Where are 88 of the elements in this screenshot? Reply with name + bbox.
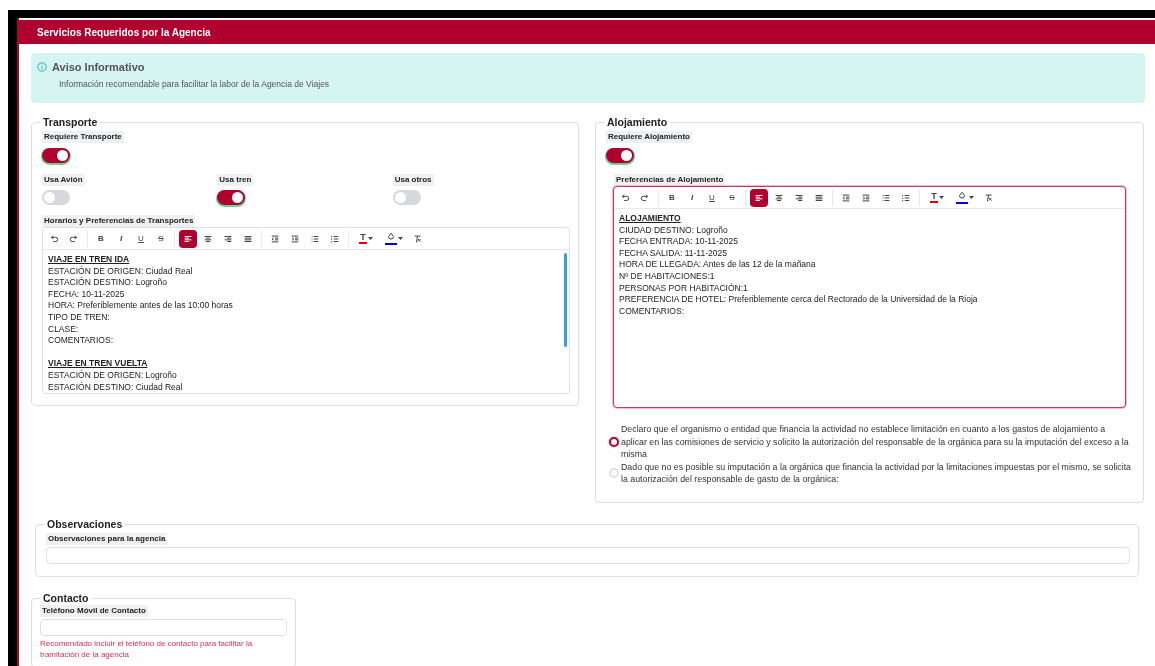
caret-icon bbox=[398, 237, 403, 240]
text-line: ESTACIÓN DE ORIGEN: Ciudad Real bbox=[48, 265, 194, 277]
toggle-switch[interactable] bbox=[606, 148, 634, 163]
text-line: HORA: Preferiblemente antes de las 10:00 horas bbox=[48, 300, 234, 312]
notice-text: Información recomendable para facilitar la labor de la Agencia de Viajes bbox=[59, 77, 331, 91]
panel-legend: Observaciones bbox=[44, 518, 126, 530]
text-line: ESTACIÓN DESTINO: Ciudad Real bbox=[48, 381, 184, 393]
text-line: COMENTARIOS: bbox=[48, 335, 114, 347]
option-text: Dado que no es posible su imputación a la orgánica que financia la actividad por la limitaciones impuestas por el mismo, se solicita la autorización del responsable de gasto de la orgánica: bbox=[621, 460, 1132, 486]
redo-icon bbox=[69, 233, 79, 244]
bullet-list-icon bbox=[310, 233, 320, 244]
italic-button[interactable]: I bbox=[683, 188, 701, 207]
field-label: Observaciones para la agencia bbox=[46, 533, 168, 545]
hint-text: Recomendado incluir el teléfono de contacto para facilitar la tramitación de la agencia bbox=[40, 638, 254, 660]
indent-icon bbox=[290, 233, 300, 244]
align-center-icon bbox=[774, 192, 784, 203]
redo-icon bbox=[640, 192, 650, 203]
field-label: Usa Avión bbox=[42, 174, 85, 186]
scrollbar-thumb[interactable] bbox=[564, 253, 567, 347]
underline-button[interactable]: U bbox=[703, 188, 721, 207]
rich-text-editor[interactable] bbox=[613, 186, 1126, 408]
align-right-icon bbox=[223, 233, 233, 244]
align-right-icon bbox=[794, 192, 804, 203]
bold-button[interactable]: B bbox=[92, 229, 110, 248]
strikethrough-button[interactable]: S bbox=[152, 229, 170, 248]
field-label: Teléfono Móvil de Contacto bbox=[40, 605, 148, 617]
outdent-icon bbox=[841, 192, 851, 203]
underline-button[interactable]: U bbox=[132, 229, 150, 248]
field-label: Preferencias de Alojamiento bbox=[614, 174, 726, 186]
text-line: TIPO DE TREN: bbox=[48, 311, 111, 324]
field-label: Requiere Alojamiento bbox=[606, 131, 692, 143]
field-label: Horarios y Preferencias de Transportes bbox=[42, 215, 196, 227]
toggle-switch[interactable] bbox=[392, 190, 421, 205]
panel-legend: Transporte bbox=[40, 116, 101, 128]
text-line: CLASE: bbox=[48, 323, 80, 336]
field-label: Usa otros bbox=[392, 174, 434, 186]
info-icon bbox=[37, 62, 47, 73]
text-heading: VIAJE EN TREN VUELTA bbox=[48, 358, 149, 370]
panel-legend: Contacto bbox=[40, 592, 92, 604]
outdent-icon bbox=[270, 233, 280, 244]
align-left-button[interactable] bbox=[750, 188, 768, 207]
toggle-switch[interactable] bbox=[42, 190, 70, 205]
text-color-button[interactable]: T bbox=[924, 188, 950, 207]
text-heading: ALOJAMIENTO bbox=[619, 213, 682, 225]
align-center-icon bbox=[203, 233, 213, 244]
align-left-button[interactable] bbox=[179, 229, 197, 248]
numbered-list-icon bbox=[901, 192, 911, 203]
undo-icon bbox=[49, 233, 59, 244]
text-line: Nº DE HABITACIONES:1 bbox=[619, 270, 716, 283]
align-left-icon bbox=[183, 233, 193, 244]
panel-legend: Alojamiento bbox=[604, 116, 671, 128]
text-line: PREFERENCIA DE HOTEL: Preferiblemente cerca del Rectorado de la Universidad de la Rioja bbox=[619, 294, 979, 306]
text-line: ESTACIÓN DESTINO: Logroño bbox=[48, 277, 168, 289]
caret-icon bbox=[367, 237, 373, 240]
text-line: CIUDAD DESTINO: Logroño bbox=[619, 224, 729, 237]
caret-icon bbox=[969, 196, 974, 199]
field-label: Requiere Transporte bbox=[42, 131, 124, 143]
text-field[interactable] bbox=[40, 619, 287, 636]
text-line: FECHA SALIDA: 11-11-2025 bbox=[619, 247, 728, 260]
text-line: FECHA ENTRADA: 10-11-2025 bbox=[619, 236, 739, 248]
radio-button[interactable] bbox=[609, 436, 619, 447]
italic-button[interactable]: I bbox=[112, 229, 130, 248]
undo-icon bbox=[620, 192, 630, 203]
indent-icon bbox=[861, 192, 871, 203]
text-color-button[interactable]: T bbox=[353, 229, 379, 248]
text-line: FECHA: 10-11-2025 bbox=[48, 288, 126, 301]
text-heading: VIAJE EN TREN IDA bbox=[48, 254, 131, 266]
text-line: HORA DE LLEGADA: Antes de las 12 de la mañana bbox=[619, 259, 817, 271]
clear-format-icon bbox=[413, 233, 423, 244]
numbered-list-icon bbox=[330, 233, 340, 244]
field-label: Usa tren bbox=[217, 174, 254, 186]
toggle-switch[interactable] bbox=[217, 190, 246, 205]
clear-format-icon bbox=[984, 192, 994, 203]
option-text: Declaro que el organismo o entidad que financia la actividad no establece limitación en cuanto a los gastos de alojamiento a aplicar en las comisiones de servicio y solicito la autorización del responsable de la orgánica para su la imputación del exceso a la misma bbox=[621, 423, 1130, 461]
align-left-icon bbox=[754, 192, 764, 203]
text-field[interactable] bbox=[46, 547, 1130, 564]
caret-icon bbox=[938, 196, 944, 199]
justify-icon bbox=[814, 192, 824, 203]
text-line: PERSONAS POR HABITACIÓN:1 bbox=[619, 282, 749, 295]
bullet-list-icon bbox=[881, 192, 891, 203]
text-line: COMENTARIOS: bbox=[619, 305, 685, 318]
section-title: Servicios Requeridos por la Agencia bbox=[37, 25, 211, 40]
notice-title: Aviso Informativo bbox=[52, 60, 145, 75]
strikethrough-button[interactable]: S bbox=[723, 188, 741, 207]
toggle-switch[interactable] bbox=[42, 148, 70, 163]
text-line: ESTACIÓN DE ORIGEN: Logroño bbox=[48, 369, 178, 382]
bold-button[interactable]: B bbox=[663, 188, 681, 207]
justify-icon bbox=[243, 233, 253, 244]
